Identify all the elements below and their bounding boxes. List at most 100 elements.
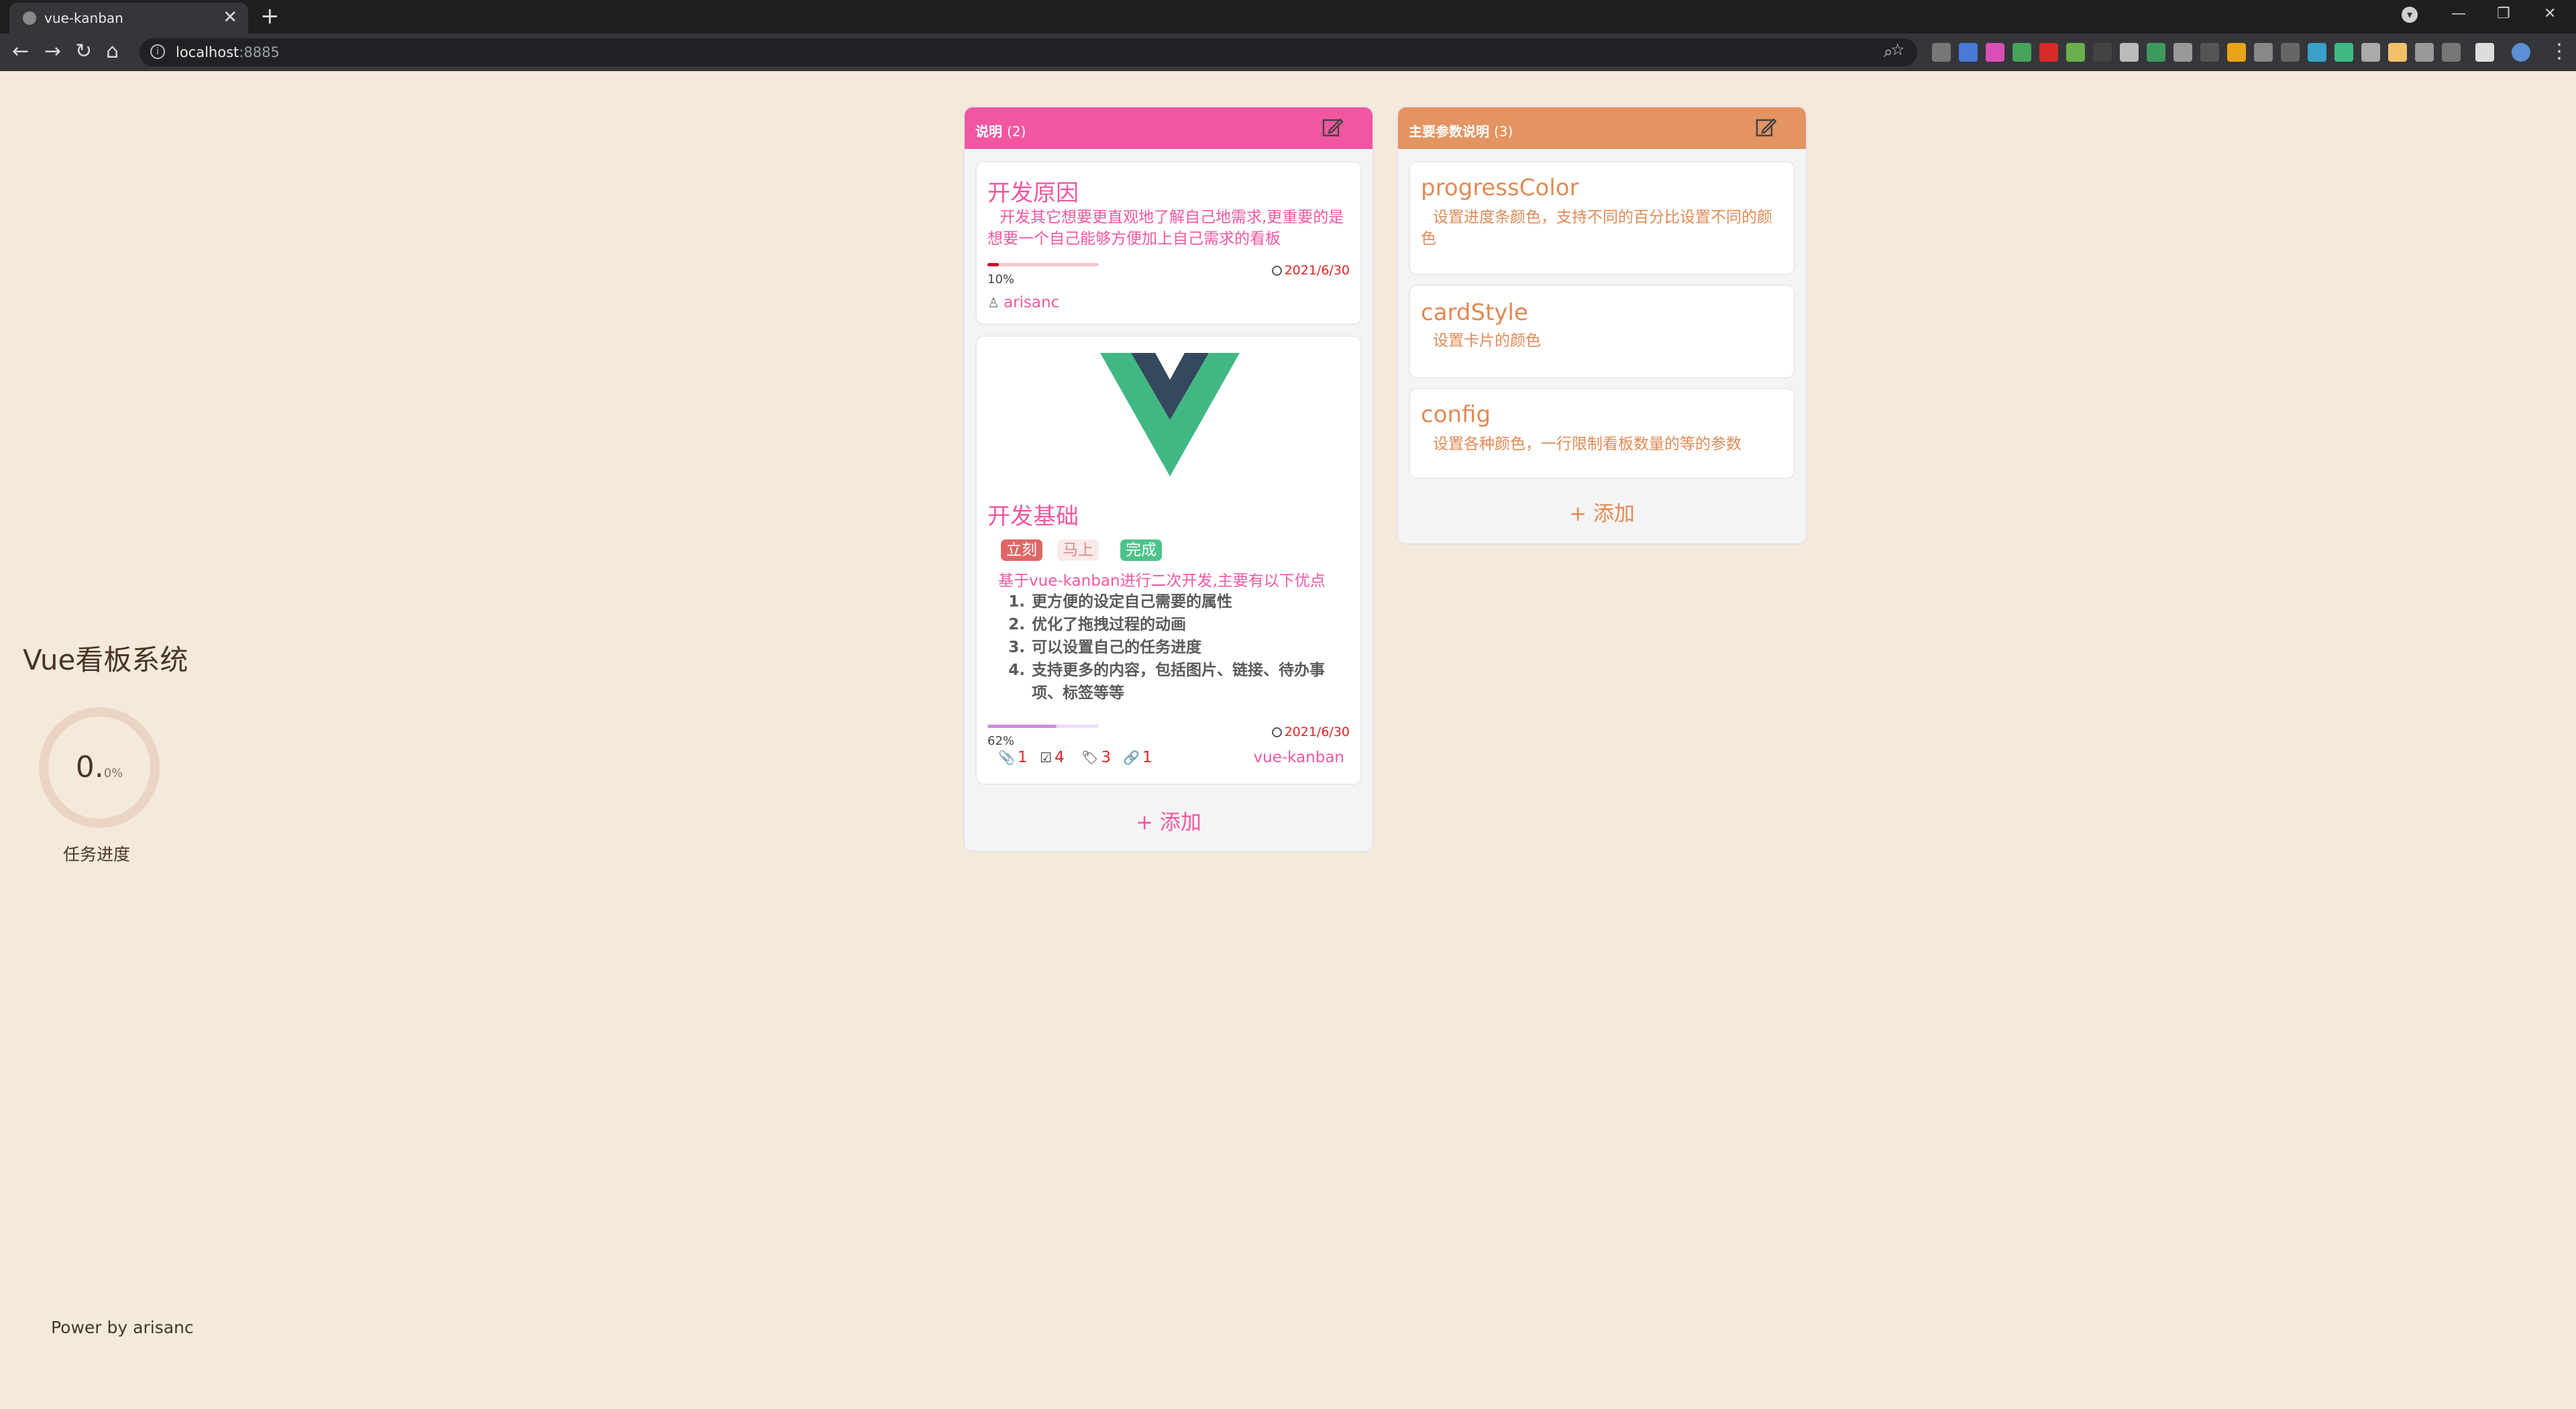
card-title: progressColor	[1421, 174, 1579, 201]
window-close-icon[interactable]: ✕	[2544, 4, 2556, 24]
new-tab-button[interactable]: +	[260, 4, 280, 28]
extension-icon[interactable]	[2093, 43, 2112, 62]
progress-percent: 62%	[987, 734, 1015, 748]
edit-icon[interactable]	[1755, 117, 1776, 138]
link-count[interactable]: 🔗 1	[1123, 749, 1152, 766]
kanban-card[interactable]: 开发原因 开发其它想要更直观地了解自己地需求,更重要的是想要一个自己能够方便加上…	[975, 161, 1362, 325]
browser-tab[interactable]: vue-kanban ✕	[9, 3, 248, 34]
globe-extension-icon[interactable]	[2012, 43, 2031, 62]
kebab-menu-icon[interactable]: ⋮	[2549, 40, 2569, 64]
column-title: 说明 (2)	[975, 123, 1026, 140]
checkbox-icon: ☑	[1040, 749, 1052, 766]
avatar[interactable]	[2512, 43, 2530, 62]
color-extension-icon[interactable]	[1986, 43, 2004, 62]
vue-logo	[1100, 353, 1240, 476]
due-date: 2021/6/30	[1271, 725, 1350, 739]
add-card-button[interactable]: + 添加	[965, 805, 1373, 835]
card-title: 开发基础	[987, 503, 1079, 530]
alarm-clock-icon	[1271, 266, 1282, 276]
todo-count[interactable]: ☑ 4	[1040, 749, 1065, 766]
progress-bar	[987, 263, 1099, 266]
card-title: cardStyle	[1421, 299, 1528, 326]
bookmark-star-icon[interactable]: ☆	[1890, 40, 1905, 59]
extension-icon[interactable]	[2442, 43, 2461, 62]
kanban-card[interactable]: config 设置各种颜色，一行限制看板数量的等的参数	[1409, 388, 1795, 479]
progress-value: 0.0%	[75, 750, 123, 784]
app-title: Vue看板系统	[23, 643, 189, 676]
extension-icon[interactable]	[2388, 43, 2407, 62]
card-description: 设置卡片的颜色	[1433, 332, 1541, 350]
list-item: 优化了拖拽过程的动画	[1030, 613, 1351, 636]
extension-icon[interactable]	[2120, 43, 2139, 62]
extension-icon[interactable]	[2227, 43, 2246, 62]
home-icon[interactable]: ⌂	[106, 40, 119, 64]
progress-percent: 10%	[987, 272, 1015, 286]
browser-toolbar: ← → ↻ ⌂ i localhost:8885 ⌕ ☆ ⋮	[0, 34, 2576, 71]
progress-ring: 0.0%	[39, 707, 160, 828]
close-icon[interactable]: ✕	[223, 8, 237, 27]
react-extension-icon[interactable]	[2281, 43, 2300, 62]
tag-immediately[interactable]: 立刻	[1001, 539, 1042, 561]
kanban-card[interactable]: 开发基础 立刻 马上 完成 基于vue-kanban进行二次开发,主要有以下优点…	[975, 335, 1362, 785]
extension-icon[interactable]	[1932, 43, 1951, 62]
card-link[interactable]: vue-kanban	[1254, 749, 1345, 766]
card-title: config	[1421, 401, 1491, 428]
tab-search-icon[interactable]: ▾	[2402, 7, 2418, 23]
due-date: 2021/6/30	[1271, 263, 1350, 278]
edit-icon[interactable]	[1322, 117, 1343, 138]
forward-icon[interactable]: →	[44, 40, 61, 64]
card-description: 基于vue-kanban进行二次开发,主要有以下优点	[998, 572, 1326, 590]
puzzle-icon[interactable]	[2475, 43, 2494, 62]
user-icon: ♙	[987, 295, 1000, 311]
card-description: 设置各种颜色，一行限制看板数量的等的参数	[1433, 435, 1741, 453]
browser-titlebar: vue-kanban ✕ + ▾ — ❐ ✕	[0, 0, 2576, 34]
card-user: ♙ arisanc	[987, 294, 1060, 311]
adblock-extension-icon[interactable]	[2039, 43, 2058, 62]
extension-icon[interactable]	[2174, 43, 2192, 62]
kanban-column-parameters[interactable]: 主要参数说明 (3) progressColor 设置进度条颜色，支持不同的百分…	[1397, 106, 1807, 545]
extension-icon[interactable]	[2066, 43, 2085, 62]
extension-icon[interactable]	[2415, 43, 2434, 62]
attachment-count[interactable]: 📎 1	[998, 749, 1028, 766]
globe-icon	[23, 11, 36, 25]
progress-label: 任务进度	[63, 845, 131, 864]
extension-icon[interactable]	[2308, 43, 2326, 62]
tab-title: vue-kanban	[44, 10, 123, 26]
kanban-column-explanation[interactable]: 说明 (2) 开发原因 开发其它想要更直观地了解自己地需求,更重要的是想要一个自…	[963, 106, 1374, 852]
gear-extension-icon[interactable]	[2200, 43, 2219, 62]
vue-devtools-icon[interactable]	[2334, 43, 2353, 62]
list-item: 可以设置自己的任务进度	[1030, 636, 1351, 659]
paperclip-icon: 📎	[998, 749, 1015, 766]
label-count[interactable]: 🏷 3	[1081, 749, 1111, 766]
alarm-clock-icon	[1271, 727, 1282, 737]
address-bar[interactable]: i localhost:8885 ⌕	[140, 38, 1917, 66]
tag-soon[interactable]: 马上	[1057, 539, 1099, 561]
feature-list: 更方便的设定自己需要的属性 优化了拖拽过程的动画 可以设置自己的任务进度 支持更…	[1016, 590, 1351, 704]
address-url: localhost:8885	[176, 44, 280, 60]
extension-icon[interactable]	[2147, 43, 2165, 62]
back-icon[interactable]: ←	[12, 40, 29, 64]
progress-bar	[987, 725, 1099, 728]
link-icon: 🔗	[1123, 749, 1140, 766]
restore-icon[interactable]: ❐	[2497, 4, 2510, 24]
extension-icon[interactable]	[2254, 43, 2273, 62]
progress-bar-fill	[987, 263, 999, 266]
add-card-button[interactable]: + 添加	[1398, 497, 1806, 527]
card-description: 设置进度条颜色，支持不同的百分比设置不同的颜色	[1421, 209, 1772, 248]
kanban-card[interactable]: cardStyle 设置卡片的颜色	[1409, 284, 1795, 378]
list-item: 支持更多的内容，包括图片、链接、待办事项、标签等等	[1030, 659, 1351, 704]
tag-icon: 🏷	[1081, 749, 1099, 766]
card-description: 开发其它想要更直观地了解自己地需求,更重要的是想要一个自己能够方便加上自己需求的…	[987, 209, 1344, 248]
progress-bar-fill	[987, 725, 1057, 728]
reload-icon[interactable]: ↻	[75, 40, 92, 64]
tag-done[interactable]: 完成	[1120, 539, 1162, 561]
footer-credit: Power by arisanc	[51, 1318, 194, 1337]
extension-icon[interactable]	[2361, 43, 2380, 62]
minimize-icon[interactable]: —	[2451, 4, 2466, 24]
list-item: 更方便的设定自己需要的属性	[1030, 590, 1351, 613]
column-header: 说明 (2)	[965, 107, 1373, 149]
translate-extension-icon[interactable]	[1959, 43, 1978, 62]
kanban-card[interactable]: progressColor 设置进度条颜色，支持不同的百分比设置不同的颜色	[1409, 161, 1795, 275]
card-title: 开发原因	[987, 180, 1079, 207]
info-icon[interactable]: i	[150, 44, 165, 59]
